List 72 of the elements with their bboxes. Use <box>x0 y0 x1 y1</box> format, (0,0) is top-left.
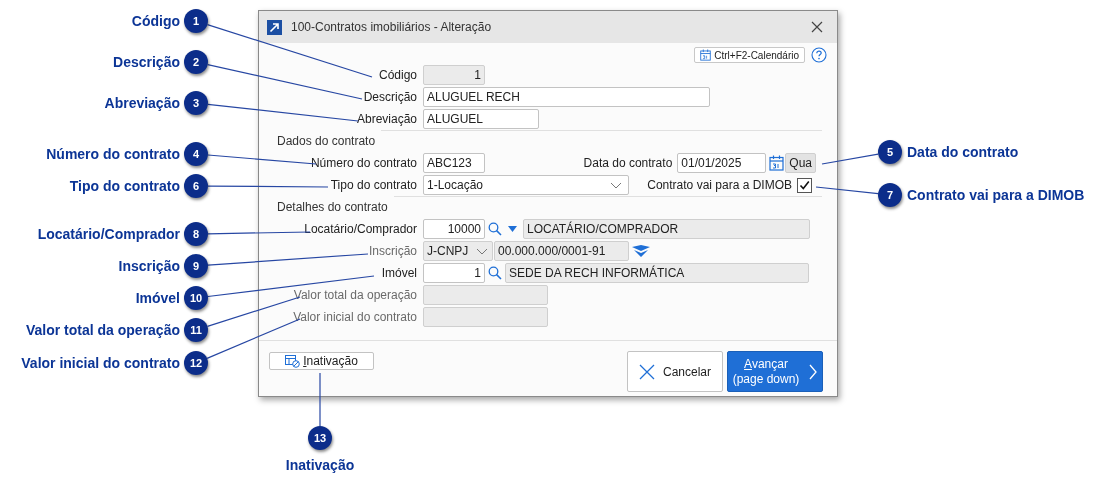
callout-label: Valor total da operação <box>25 321 180 339</box>
search-icon[interactable] <box>488 266 502 280</box>
dropdown-icon[interactable] <box>508 226 517 232</box>
field-label: Descrição <box>363 89 417 106</box>
text-field[interactable]: SEDE DA RECH INFORMÁTICA <box>505 263 809 283</box>
field-label: Tipo do contrato <box>330 177 417 194</box>
field-label: Contrato vai para a DIMOB <box>647 177 792 194</box>
callout-label: Número do contrato <box>46 145 180 163</box>
callout-badge: 6 <box>184 174 208 198</box>
field-label: Número do contrato <box>310 155 417 172</box>
date-field[interactable]: 01/01/2025 <box>677 153 767 173</box>
next-button[interactable]: Avançar (page down) <box>727 351 823 392</box>
callout-label: Tipo do contrato <box>69 177 180 195</box>
callout-badge: 4 <box>184 142 208 166</box>
calendar-button[interactable]: Ctrl+F2-Calendário <box>694 47 805 63</box>
section-title: Detalhes do contrato <box>277 199 388 216</box>
callout-label: Data do contrato <box>907 143 1019 161</box>
app-icon <box>267 19 282 35</box>
field-label: Valor inicial do contrato <box>293 309 417 326</box>
callout-badge: 8 <box>184 222 208 246</box>
text-field[interactable]: ALUGUEL <box>423 109 539 129</box>
chevron-down-icon <box>476 247 488 255</box>
leader-line <box>319 372 321 427</box>
callout-label: Código <box>131 12 180 30</box>
text-field[interactable]: ALUGUEL RECH <box>423 87 710 107</box>
weekday-button[interactable]: Qua <box>785 153 816 173</box>
callout-label: Valor inicial do contrato <box>21 354 180 372</box>
checkbox[interactable] <box>797 177 812 193</box>
text-field[interactable]: LOCATÁRIO/COMPRADOR <box>523 219 810 239</box>
callout-badge: 2 <box>184 50 208 74</box>
calendar-icon <box>700 49 712 61</box>
callout-label: Inativação <box>284 456 356 474</box>
window-title: 100-Contratos imobiliários - Alteração <box>291 19 492 36</box>
callout-label: Locatário/Comprador <box>37 225 180 243</box>
callout-badge: 3 <box>184 91 208 115</box>
field-label: Inscrição <box>368 243 417 260</box>
leader-line <box>821 153 879 165</box>
inactivate-button[interactable]: Inativação <box>269 352 374 370</box>
callout-label: Imóvel <box>135 289 180 307</box>
chevron-down-icon <box>610 181 622 189</box>
leader-line <box>815 186 879 195</box>
code-field[interactable]: 10000 <box>423 219 485 239</box>
callout-label: Descrição <box>113 53 180 71</box>
search-icon[interactable] <box>488 222 502 236</box>
section-title: Dados do contrato <box>277 133 376 150</box>
callout-badge: 5 <box>878 140 902 164</box>
callout-label: Inscrição <box>118 257 180 275</box>
callout-badge: 11 <box>184 318 208 342</box>
field-label: Abreviação <box>356 111 417 128</box>
field-label: Código <box>378 67 417 84</box>
field-label: Imóvel <box>381 265 417 282</box>
callout-badge: 7 <box>878 183 902 207</box>
field-label: Valor total da operação <box>293 287 417 304</box>
text-field[interactable]: ABC123 <box>423 153 485 173</box>
close-icon <box>639 363 655 380</box>
callout-label: Contrato vai para a DIMOB <box>907 186 1085 204</box>
close-icon <box>811 21 823 33</box>
calendar-icon[interactable] <box>769 155 785 171</box>
chevron-right-icon <box>809 363 818 380</box>
callout-badge: 9 <box>184 254 208 278</box>
help-icon[interactable] <box>811 47 827 63</box>
field-label: Data do contrato <box>583 155 673 172</box>
callout-badge: 13 <box>308 426 332 450</box>
dropdown-field[interactable]: 1-Locação <box>423 175 629 195</box>
callout-badge: 1 <box>184 9 208 33</box>
callout-badge: 12 <box>184 351 208 375</box>
callout-badge: 10 <box>184 286 208 310</box>
code-field[interactable]: 1 <box>423 263 485 283</box>
cancel-button[interactable]: Cancelar <box>627 351 723 392</box>
field-label: Locatário/Comprador <box>304 221 417 238</box>
callout-label: Abreviação <box>104 94 180 112</box>
table-icon <box>285 354 301 368</box>
